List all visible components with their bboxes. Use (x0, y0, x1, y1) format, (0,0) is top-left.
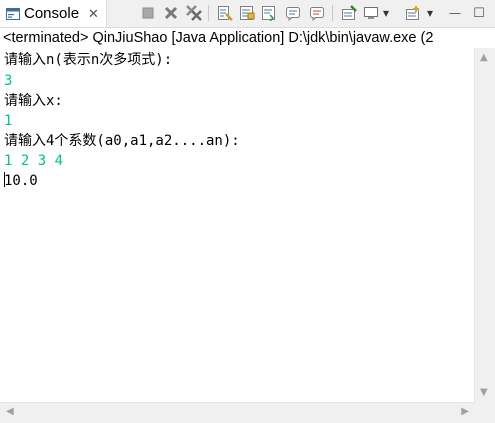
tab-console-label: Console (24, 5, 80, 22)
scroll-right-icon[interactable]: ▶ (461, 407, 469, 417)
display-selected-console-icon[interactable] (362, 2, 380, 24)
clear-console-icon[interactable] (216, 2, 234, 24)
console-line: 请输入n(表示n次多项式): (4, 52, 173, 68)
console-icon (6, 7, 20, 20)
console-line-text: 10.0 (4, 173, 38, 189)
tab-console[interactable]: Console ✕ (0, 0, 107, 27)
close-icon[interactable]: ✕ (88, 7, 99, 20)
console-line: 3 (4, 73, 13, 89)
console-line: 1 2 3 4 (4, 153, 64, 169)
console-line: 1 (4, 113, 13, 129)
chevron-down-icon[interactable]: ▾ (424, 2, 436, 24)
launch-status-label: <terminated> QinJiuShao [Java Applicatio… (0, 28, 495, 48)
chevron-down-icon[interactable]: ▾ (380, 2, 392, 24)
console-view: Console ✕ ▾ ▾ — ☐ <terminated> QinJiuSha… (0, 0, 495, 423)
remove-launch-icon[interactable] (162, 2, 180, 24)
maximize-icon[interactable]: ☐ (470, 2, 488, 24)
toolbar-separator (332, 5, 333, 21)
console-output[interactable]: 请输入n(表示n次多项式): 3 请输入x: 1 请输入4个系数(a0,a1,a… (0, 48, 474, 402)
scroll-down-icon[interactable]: ▼ (480, 388, 488, 398)
toolbar-separator (208, 5, 209, 21)
console-line: 请输入x: (4, 93, 63, 109)
remove-all-terminated-icon[interactable] (185, 2, 203, 24)
console-line: 请输入4个系数(a0,a1,a2....an): (4, 133, 240, 149)
terminate-icon[interactable] (139, 2, 157, 24)
view-tab-bar: Console ✕ ▾ ▾ — ☐ (0, 0, 495, 28)
show-stderr-icon[interactable] (308, 2, 326, 24)
horizontal-scrollbar[interactable]: ◀ ▶ (0, 402, 475, 423)
show-stdout-icon[interactable] (284, 2, 302, 24)
pin-console-icon[interactable] (340, 2, 358, 24)
scroll-left-icon[interactable]: ◀ (6, 407, 14, 417)
word-wrap-icon[interactable] (260, 2, 278, 24)
console-line: 10.0 (4, 171, 38, 191)
scrollbar-corner (475, 402, 495, 423)
vertical-scrollbar[interactable]: ▲ ▼ (474, 48, 495, 402)
minimize-icon[interactable]: — (446, 2, 464, 24)
scroll-up-icon[interactable]: ▲ (480, 53, 488, 63)
scroll-lock-icon[interactable] (238, 2, 256, 24)
open-console-icon[interactable] (404, 2, 422, 24)
